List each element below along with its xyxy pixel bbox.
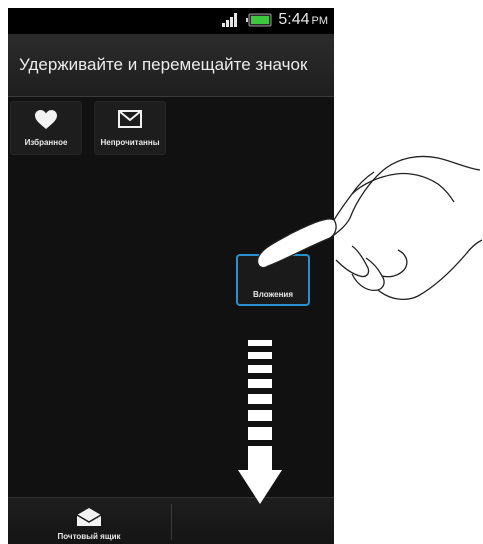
bottom-mailbox-label: Почтовый ящик xyxy=(57,532,121,541)
tile-unread[interactable]: Непрочитанны xyxy=(94,101,166,155)
signal-bars-icon xyxy=(222,13,240,27)
status-bar: 5:44 PM xyxy=(8,8,334,32)
illustration-scene: 5:44 PM Удерживайте и перемещайте значок … xyxy=(0,0,483,544)
envelope-icon xyxy=(118,110,142,128)
status-clock: 5:44 PM xyxy=(278,11,328,29)
bottom-mailbox-button[interactable]: Почтовый ящик xyxy=(8,498,170,544)
clock-time: 5:44 xyxy=(278,11,310,28)
clock-ampm: PM xyxy=(311,15,329,27)
open-envelope-icon xyxy=(76,507,102,527)
tile-label: Непрочитанны xyxy=(100,138,160,147)
page-title: Удерживайте и перемещайте значок xyxy=(19,55,308,74)
battery-icon xyxy=(246,13,272,27)
pointing-hand-icon xyxy=(240,150,483,310)
tile-favorites[interactable]: Избранное xyxy=(10,101,82,155)
heart-icon xyxy=(35,110,57,130)
status-bar-right: 5:44 PM xyxy=(222,10,328,30)
page-header: Удерживайте и перемещайте значок xyxy=(8,34,334,97)
bottom-bar: Почтовый ящик xyxy=(8,497,334,544)
down-arrow-icon xyxy=(238,340,282,510)
tile-label: Избранное xyxy=(24,138,68,147)
